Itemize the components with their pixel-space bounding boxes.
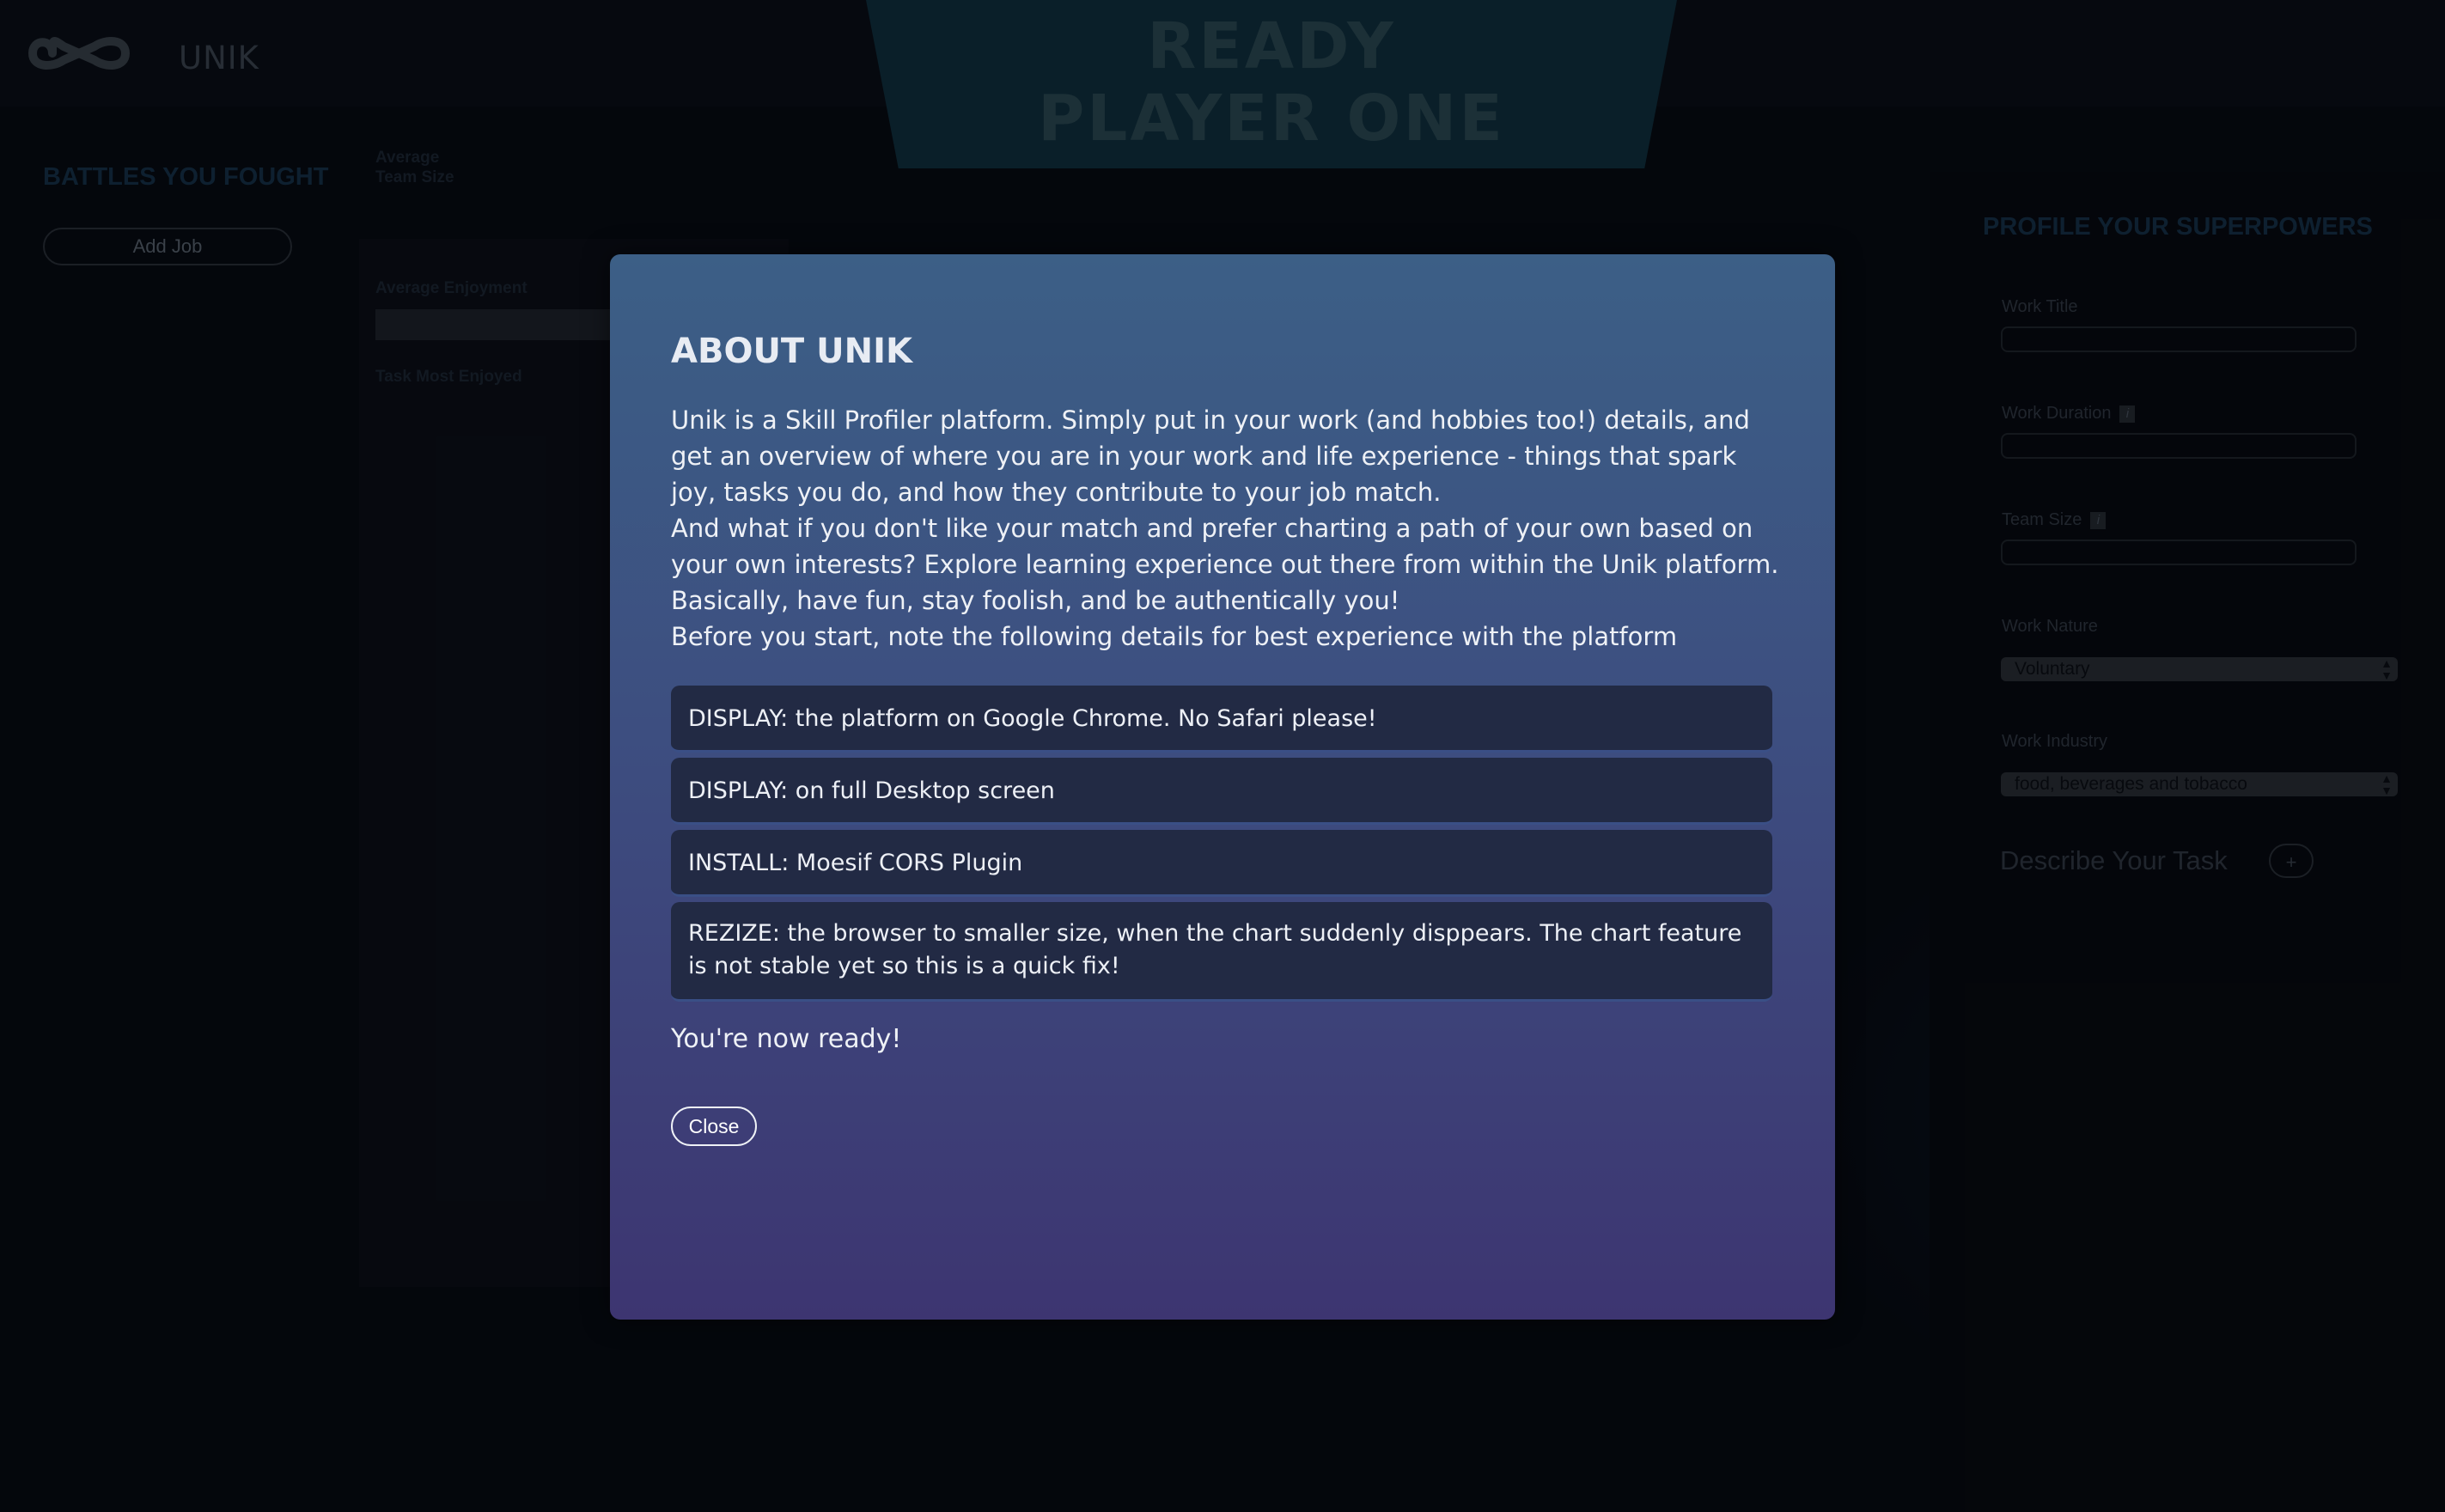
modal-title: ABOUT UNIK [671, 332, 912, 371]
close-button[interactable]: Close [671, 1107, 757, 1146]
notes-list: DISPLAY: the platform on Google Chrome. … [671, 686, 1772, 1007]
ready-text: You're now ready! [671, 1024, 902, 1054]
modal-paragraph-3: Before you start, note the following det… [671, 622, 1678, 651]
note-item: DISPLAY: on full Desktop screen [671, 758, 1772, 825]
modal-paragraph-1: Unik is a Skill Profiler platform. Simpl… [671, 405, 1750, 507]
note-item: INSTALL: Moesif CORS Plugin [671, 830, 1772, 897]
note-item: DISPLAY: the platform on Google Chrome. … [671, 686, 1772, 753]
modal-body: Unik is a Skill Profiler platform. Simpl… [671, 402, 1788, 655]
about-modal: ABOUT UNIK Unik is a Skill Profiler plat… [610, 254, 1835, 1320]
modal-paragraph-2: And what if you don't like your match an… [671, 514, 1779, 615]
note-item: REZIZE: the browser to smaller size, whe… [671, 902, 1772, 1002]
